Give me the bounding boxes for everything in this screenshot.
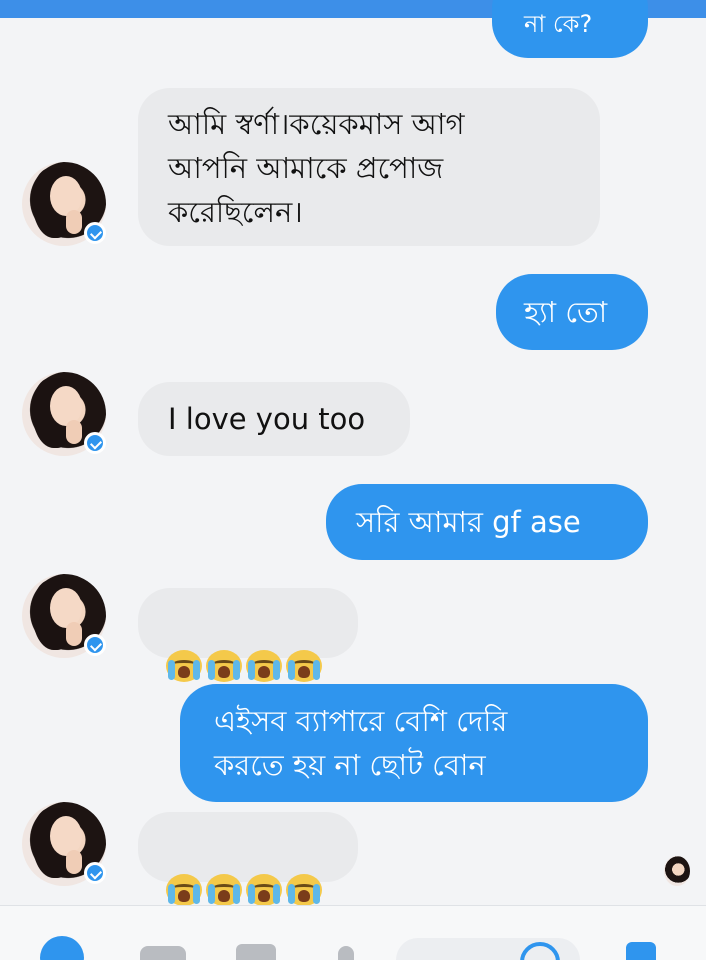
messenger-badge-icon [84,222,106,244]
hand [66,210,82,234]
contact-avatar[interactable] [22,802,106,886]
crying-emoji-icon [286,874,322,906]
contact-avatar[interactable] [22,574,106,658]
contact-avatar[interactable] [22,162,106,246]
outgoing-message: হ্যা তো [496,274,648,350]
crying-emoji-icon [206,874,242,906]
crying-emoji-icon [166,874,202,906]
plus-icon[interactable] [40,936,84,960]
hand [66,420,82,444]
hand [66,850,82,874]
outgoing-message-partial: না কে? [492,0,648,58]
like-icon[interactable] [626,942,656,960]
hand [66,622,82,646]
message-composer [0,905,706,960]
incoming-emoji-message [138,588,358,682]
chat-thread: না কে? আমি স্বর্ণা।কয়েকমাস আগ আপনি আমাক… [0,0,706,960]
mic-icon[interactable] [338,946,354,960]
camera-icon[interactable] [140,946,186,960]
incoming-message: আমি স্বর্ণা।কয়েকমাস আগ আপনি আমাকে প্রপো… [138,88,600,246]
messenger-badge-icon [84,634,106,656]
seen-avatar-icon [664,856,690,886]
crying-emoji-group [166,650,330,682]
crying-emoji-icon [246,874,282,906]
incoming-emoji-message [138,812,358,906]
messenger-badge-icon [84,432,106,454]
gallery-icon[interactable] [236,944,276,960]
outgoing-message: সরি আমার gf ase [326,484,648,560]
crying-emoji-icon [206,650,242,682]
contact-avatar[interactable] [22,372,106,456]
incoming-message: I love you too [138,382,410,456]
crying-emoji-icon [166,650,202,682]
crying-emoji-icon [246,650,282,682]
crying-emoji-icon [286,650,322,682]
outgoing-message: এইসব ব্যাপারে বেশি দেরি করতে হয় না ছোট … [180,684,648,802]
messenger-badge-icon [84,862,106,884]
crying-emoji-group [166,874,330,906]
